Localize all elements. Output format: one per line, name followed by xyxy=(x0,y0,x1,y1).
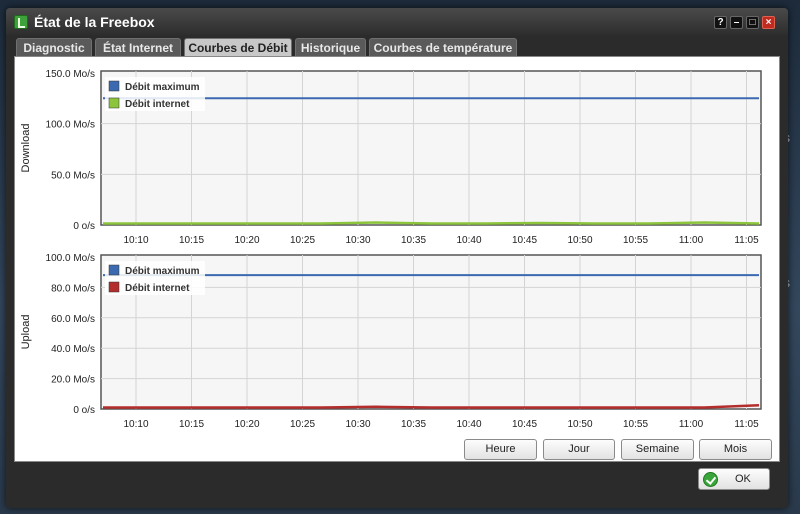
x-tick-label: 10:35 xyxy=(401,235,426,246)
throughput-charts: 150.0 Mo/s 100.0 Mo/s 50.0 Mo/s 0 o/s 10:10 1… xyxy=(20,69,762,430)
y-tick-label: 0 o/s xyxy=(73,405,95,416)
legend-swatch xyxy=(108,281,120,293)
y-tick-label: 150.0 Mo/s xyxy=(46,69,95,80)
x-tick-label: 10:40 xyxy=(456,419,481,430)
tab-courbes-de-temperature[interactable]: Courbes de température xyxy=(369,38,517,56)
x-tick-label: 10:50 xyxy=(567,419,592,430)
y-tick-label: 100.0 Mo/s xyxy=(46,253,95,264)
legend-swatch xyxy=(108,264,120,276)
x-tick-label: 10:25 xyxy=(290,235,315,246)
checkmark-icon xyxy=(703,472,718,487)
legend-swatch xyxy=(108,80,120,92)
y-tick-label: 80.0 Mo/s xyxy=(51,283,95,294)
x-tick-label: 10:30 xyxy=(345,235,370,246)
tab-etat-internet[interactable]: État Internet xyxy=(95,38,181,56)
x-tick-label: 10:30 xyxy=(345,419,370,430)
x-tick-label: 10:40 xyxy=(456,235,481,246)
tab-historique[interactable]: Historique xyxy=(295,38,366,56)
x-tick-label: 10:10 xyxy=(123,235,148,246)
x-tick-label: 10:35 xyxy=(401,419,426,430)
freebox-status-window: État de la Freebox ? – □ × Diagnostic Ét… xyxy=(6,8,788,508)
x-tick-label: 11:00 xyxy=(679,419,704,430)
x-tick-label: 11:00 xyxy=(679,235,704,246)
ok-button[interactable]: OK xyxy=(698,468,770,490)
x-tick-label: 10:20 xyxy=(234,235,259,246)
y-tick-label: 50.0 Mo/s xyxy=(51,170,95,181)
y-tick-label: 100.0 Mo/s xyxy=(46,120,95,131)
window-title: État de la Freebox xyxy=(34,14,155,30)
y-axis-label: Upload xyxy=(20,315,32,350)
minimize-button[interactable]: – xyxy=(730,16,743,29)
x-tick-label: 11:05 xyxy=(734,419,759,430)
x-tick-label: 10:25 xyxy=(290,419,315,430)
title-bar[interactable]: État de la Freebox ? – □ × xyxy=(6,8,788,36)
range-button-semaine[interactable]: Semaine xyxy=(621,439,694,460)
freebox-app-icon xyxy=(14,15,28,29)
legend-label: Débit internet xyxy=(125,99,190,110)
y-tick-label: 40.0 Mo/s xyxy=(51,344,95,355)
range-button-jour[interactable]: Jour xyxy=(543,439,615,460)
tab-content: 150.0 Mo/s 100.0 Mo/s 50.0 Mo/s 0 o/s 10:10 1… xyxy=(14,56,780,462)
x-tick-label: 10:55 xyxy=(623,235,648,246)
x-tick-label: 10:10 xyxy=(123,419,148,430)
help-button[interactable]: ? xyxy=(714,16,727,29)
x-tick-label: 11:05 xyxy=(734,235,759,246)
y-axis-label: Download xyxy=(20,124,32,173)
legend-label: Débit maximum xyxy=(125,82,200,93)
series-line xyxy=(103,221,760,225)
close-button[interactable]: × xyxy=(762,16,775,29)
legend-swatch xyxy=(108,97,120,109)
y-tick-label: 0 o/s xyxy=(73,221,95,232)
x-tick-label: 10:55 xyxy=(623,419,648,430)
legend-label: Débit maximum xyxy=(125,266,200,277)
tab-courbes-de-debit[interactable]: Courbes de Débit xyxy=(184,38,292,56)
range-button-mois[interactable]: Mois xyxy=(699,439,772,460)
tab-diagnostic[interactable]: Diagnostic xyxy=(16,38,92,56)
x-tick-label: 10:15 xyxy=(179,235,204,246)
y-tick-label: 20.0 Mo/s xyxy=(51,375,95,386)
x-tick-label: 10:45 xyxy=(512,235,537,246)
range-button-heure[interactable]: Heure xyxy=(464,439,537,460)
x-tick-label: 10:50 xyxy=(567,235,592,246)
maximize-button[interactable]: □ xyxy=(746,16,759,29)
legend-label: Débit internet xyxy=(125,283,190,294)
y-tick-label: 60.0 Mo/s xyxy=(51,314,95,325)
x-tick-label: 10:20 xyxy=(234,419,259,430)
x-tick-label: 10:45 xyxy=(512,419,537,430)
ok-label: OK xyxy=(735,473,751,485)
x-tick-label: 10:15 xyxy=(179,419,204,430)
